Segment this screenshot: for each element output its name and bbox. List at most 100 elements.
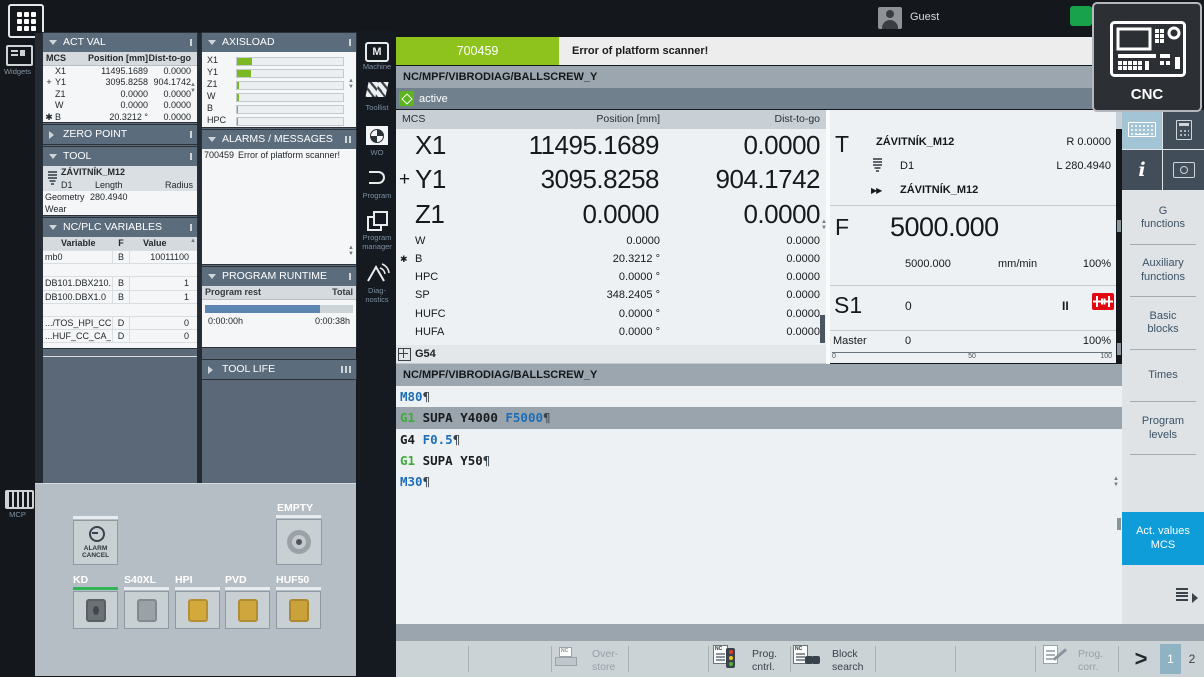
softkey-times[interactable]: Times [1122, 350, 1204, 403]
workpiece-offset-icon[interactable] [366, 126, 388, 145]
menu-item-toollist[interactable]: Toollist [358, 104, 396, 113]
scrollbar-arrows[interactable]: ▲▼ [820, 219, 828, 231]
empty-station-button[interactable] [276, 519, 322, 565]
menu-item-diagnostics[interactable]: Diag- nostics [358, 287, 396, 304]
softkey-prog-corr[interactable]: Prog. corr. [1078, 648, 1103, 673]
widget-zero-point: ZERO POINT [43, 125, 197, 144]
user-avatar-icon[interactable] [878, 7, 902, 29]
station-button-hpi[interactable] [175, 591, 220, 629]
mcs-axis-row: HUFC0.0000 °0.0000 [396, 305, 826, 323]
axis-position: 11495.1689 [516, 130, 659, 161]
menu-expand-icon[interactable] [1176, 588, 1198, 608]
menu-item-program[interactable]: Program [358, 192, 396, 201]
widget-resize-handle[interactable] [349, 273, 351, 280]
editor-line[interactable]: G1 SUPA Y4000 F5000¶ [396, 407, 1122, 428]
ncplc-header[interactable]: NC/PLC VARIABLES [43, 218, 197, 237]
widget-resize-handle[interactable] [190, 153, 192, 160]
softkey-program-levels[interactable]: Program levels [1122, 402, 1204, 455]
scrollbar-arrows[interactable]: ▲▼ [347, 78, 355, 90]
virtual-keyboard-toggle[interactable] [1122, 110, 1162, 149]
variable-value: 1 [131, 291, 189, 303]
scrollbar-arrows[interactable]: ▲▼ [189, 82, 197, 94]
cnc-window-switcher[interactable]: CNC [1092, 2, 1202, 112]
editor-line[interactable]: M80¶ [396, 386, 1122, 407]
editor-line[interactable]: G1 SUPA Y50¶ [396, 450, 1122, 471]
axis-label: X1 [415, 130, 446, 161]
scrollbar-thumb[interactable] [820, 315, 825, 343]
widget-resize-handle[interactable] [349, 39, 351, 46]
tool-d-number: D1 [61, 179, 73, 191]
program-manager-icon[interactable] [367, 211, 387, 231]
axis-dist-to-go: 0.0000 [660, 305, 820, 323]
softkey-basic-blocks[interactable]: Basic blocks [1122, 297, 1204, 350]
station-label: PVD [225, 574, 247, 586]
diagnostics-icon[interactable] [364, 262, 390, 284]
toollist-icon[interactable] [365, 82, 388, 97]
user-name[interactable]: Guest [910, 11, 939, 23]
softkey-auxiliary-functions[interactable]: Auxiliary functions [1122, 245, 1204, 298]
program-icon[interactable] [369, 171, 385, 184]
block-search-icon[interactable]: NC [793, 645, 823, 673]
editor-line[interactable]: M30¶ [396, 471, 1122, 492]
screenshot-button[interactable] [1163, 150, 1204, 190]
splitter-handle[interactable] [1117, 220, 1121, 232]
calculator-button[interactable] [1163, 110, 1204, 149]
widget-resize-handle[interactable] [345, 136, 351, 143]
menu-item-machine[interactable]: Machine [358, 63, 396, 72]
widget-resize-handle[interactable] [190, 131, 192, 138]
scrollbar-arrows[interactable]: ▲▼ [347, 245, 355, 257]
softkey-page-2[interactable]: 2 [1183, 644, 1201, 674]
prog-corr-icon[interactable] [1043, 645, 1073, 673]
axis-position: 0.0000 [73, 100, 148, 111]
softkey-block-search[interactable]: Block search [832, 648, 864, 673]
more-softkeys-button[interactable]: > [1126, 643, 1156, 675]
widget-resize-handle[interactable] [190, 39, 192, 46]
softkey-g-functions[interactable]: G functions [1122, 192, 1204, 245]
axisload-header[interactable]: AXISLOAD [202, 33, 356, 52]
runtime-header[interactable]: PROGRAM RUNTIME [202, 267, 356, 286]
station-button-kd[interactable] [73, 591, 118, 629]
station-button-pvd[interactable] [225, 591, 270, 629]
softkey-label: Program levels [1142, 415, 1184, 443]
axis-dist-to-go: 0.0000 [143, 112, 191, 123]
mcp-icon[interactable] [5, 490, 34, 509]
axis-dist-to-go: 0.0000 [143, 100, 191, 111]
tool-header[interactable]: TOOL [43, 147, 197, 166]
softkey-overstore[interactable]: Over- store [592, 648, 618, 673]
widgets-rail-label[interactable]: Widgets [0, 67, 35, 76]
scrollbar-arrows[interactable]: ▲ [189, 238, 197, 244]
active-status-icon [399, 91, 414, 106]
info-button[interactable]: i [1122, 150, 1162, 190]
zero-point-header[interactable]: ZERO POINT [43, 125, 197, 144]
scrollbar-arrows[interactable]: ▲▼ [1112, 476, 1120, 488]
station-label: HUF50 [276, 574, 309, 586]
softkey-act-values-mcs[interactable]: Act. values MCS [1122, 512, 1204, 565]
act-val-header[interactable]: ACT VAL [43, 33, 197, 52]
tool-life-header[interactable]: TOOL LIFE [202, 360, 356, 379]
widget-resize-handle[interactable] [190, 224, 192, 231]
station-button-s40xl[interactable] [124, 591, 169, 629]
variable-format: D [112, 317, 130, 329]
overstore-icon[interactable]: NC [555, 647, 581, 671]
mcp-rail-label[interactable]: MCP [0, 510, 35, 519]
load-bar-fill [237, 94, 239, 101]
runtime-progress-fill [205, 305, 320, 313]
machine-icon[interactable]: M [365, 42, 389, 62]
menu-item-wo[interactable]: WO [358, 149, 396, 158]
prog-cntrl-icon[interactable]: NC [713, 645, 743, 673]
program-editor[interactable]: M80¶G1 SUPA Y4000 F5000¶G4 F0.5¶G1 SUPA … [396, 386, 1122, 625]
softkey-prog-cntrl[interactable]: Prog. cntrl. [752, 648, 777, 673]
splitter-handle[interactable] [1117, 518, 1121, 530]
menu-item-program-manager[interactable]: Program manager [358, 234, 396, 251]
softkey-page-1[interactable]: 1 [1160, 644, 1181, 674]
axis-label: W [415, 232, 425, 250]
mcs-axis-row: +Y13095.8258904.1742 [396, 163, 826, 197]
axis-dist-to-go: 0.0000 [660, 199, 820, 230]
editor-line[interactable]: G4 F0.5¶ [396, 429, 1122, 450]
alarm-cancel-button[interactable]: ALARM CANCEL [73, 520, 118, 565]
widgets-icon[interactable] [6, 45, 33, 66]
widget-resize-handle[interactable] [341, 366, 351, 373]
alarms-header[interactable]: ALARMS / MESSAGES [202, 130, 356, 149]
splitter-handle[interactable] [1117, 343, 1121, 355]
station-button-huf50[interactable] [276, 591, 321, 629]
